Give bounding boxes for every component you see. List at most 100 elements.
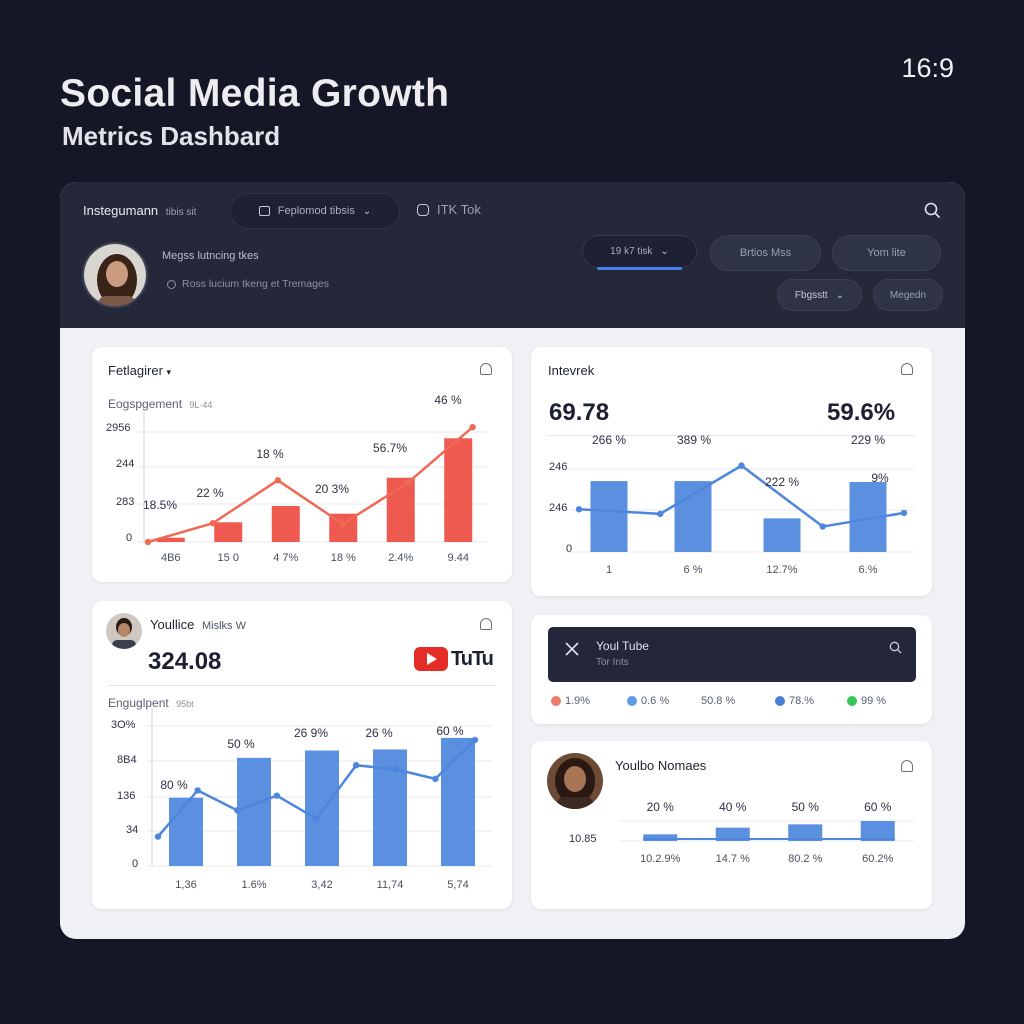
youtube-metrics-card: Youllice Mislks W 324.08 TuTu Enguglpent… [92,601,512,909]
x-tick-label: 18 % [331,552,356,564]
data-label: 50 % [792,800,820,814]
instagram-icon [417,203,429,216]
data-label: 9% [871,471,889,485]
x-tick-label: 10.2.9% [640,853,681,865]
stat-dot-icon [551,696,561,706]
series-point [339,520,346,528]
chart-bar [674,481,712,552]
x-tick-label: 6.% [859,564,878,576]
profile-meta: Ross lucium tkeng et Tremages [167,278,329,290]
data-label: 40 % [719,800,747,814]
data-label: 229 % [851,433,885,447]
stat-item: 78.% [775,695,814,707]
series-point [194,787,201,794]
search-icon[interactable] [889,641,902,654]
youtube-names-bar-chart: 10.2.9% 14.7 % 80.2 % 60.2% 20 % 40 % 50 % 60 % [619,800,914,865]
data-label: 50 % [227,737,255,751]
brand-sub: tibis sit [165,207,197,218]
series-point [154,833,162,840]
pill-button-4[interactable]: Megedn [873,279,943,311]
info-icon [167,279,176,289]
feed-dropdown[interactable]: Feplomod tibsis ⌄ [230,193,400,229]
profile-meta-text: Ross lucium tkeng et Tremages [182,278,330,290]
pill-button-4-label: Megedn [889,289,927,301]
series-point [469,423,476,431]
data-label: 266 % [592,433,626,447]
tiktok-label: ITK Tok [437,202,481,217]
x-tick-label: 9.44 [448,552,469,564]
series-point [313,815,320,822]
series-point [209,519,217,527]
chevron-down-icon: ⌄ [660,246,669,257]
chevron-down-icon: ⌄ [362,205,372,217]
chevron-down-icon: ⌄ [835,289,845,301]
series-point [392,766,399,773]
calendar-icon [258,206,270,216]
series-point [234,807,241,814]
date-filter-dropdown[interactable]: 19 k7 tisk ⌄ [582,235,697,268]
series-line [147,426,474,544]
brand-label: Instegumann tibis sit [83,203,196,218]
intevrek-card: Intevrek 69.78 59.6% 246 246 0 16 % 12.7%… [531,347,932,596]
data-label: 18.5% [143,498,177,512]
tiktok-tab[interactable]: ITK Tok [417,202,481,217]
youtube-names-card: Youlbo Nomaes 10.85 10.2.9% 14.7 % 80.2 % 6… [531,741,932,909]
series-point [819,523,826,530]
stat-item: 99 % [847,695,886,707]
x-tick-label: 80.2 % [788,853,822,865]
series-point [144,538,152,546]
x-tick-label: 3,42 [311,879,332,891]
instagram-growth-card: Fetlagirer ▾ Eogspgement 9L·44 2956 244 … [92,347,512,582]
stat-item: 50.8 % [701,695,735,707]
x-tick-label: 5,74 [447,879,468,891]
pill-button-1[interactable]: Brtios Mss [710,235,821,271]
series-point [738,462,745,469]
stat-item: 0.6 % [627,695,669,707]
pill-button-2[interactable]: Yom lite [832,235,941,271]
data-label: 56.7% [373,441,407,455]
series-point [432,775,439,783]
stat-item: 1.9% [551,695,590,707]
pill-button-1-label: Brtios Mss [739,247,792,259]
data-label: 20 % [647,800,675,814]
data-label: 20 3% [315,482,349,496]
x-tick-label: 6 % [684,564,703,576]
sort-dropdown[interactable]: Fbgsstt ⌄ [777,279,862,311]
data-label: 60 % [436,724,464,738]
stat-row: 1.9% 0.6 % 50.8 % 78.% 99 % [551,695,921,711]
x-tick-label: 1,36 [175,879,196,891]
chart-bar [763,518,801,552]
youtube-search-bar[interactable]: Youl Tube Tor Ints [548,627,916,682]
chart-bar [444,438,473,542]
x-tick-label: 2.4% [388,552,413,564]
series-point [274,477,282,484]
stat-dot-icon [775,696,785,706]
chart-bar [590,481,628,552]
data-label: 60 % [864,800,892,814]
data-label: 22 % [196,486,224,500]
date-filter-progress [597,267,682,270]
aspect-ratio-label: 16:9 [901,53,954,83]
x-tick-label: 14.7 % [716,853,750,865]
chart-bar [237,757,271,866]
series-point [471,736,479,744]
chart-bar [214,522,243,542]
search-icon[interactable] [924,202,941,219]
data-label: 18 % [256,447,284,461]
page-title: Social Media Growth [60,72,450,115]
x-tick-label: 4B6 [161,552,181,564]
series-point [575,506,583,513]
sort-dropdown-label: Fbgsstt [794,289,828,301]
stat-dot-icon [847,696,857,706]
avatar[interactable] [82,242,148,308]
page-subtitle: Metrics Dashbard [62,121,281,151]
profile-name: Megss lutncing tkes [162,250,259,262]
stat-value: 0.6 % [641,695,670,707]
x-tick-label: 12.7% [766,564,797,576]
youtube-search-card: Youl Tube Tor Ints 1.9% 0.6 % 50.8 % 78.… [531,615,932,724]
close-icon[interactable] [564,641,580,657]
chart-bar [169,797,203,866]
dashboard-panel: Instegumann tibis sit Feplomod tibsis ⌄ … [60,182,965,939]
brand-name: Instegumann [83,203,159,218]
youtube-bar-chart: 1,36 1.6% 3,42 11,74 5,74 80 % 50 % 26 9% 26 % 60… [147,709,492,891]
